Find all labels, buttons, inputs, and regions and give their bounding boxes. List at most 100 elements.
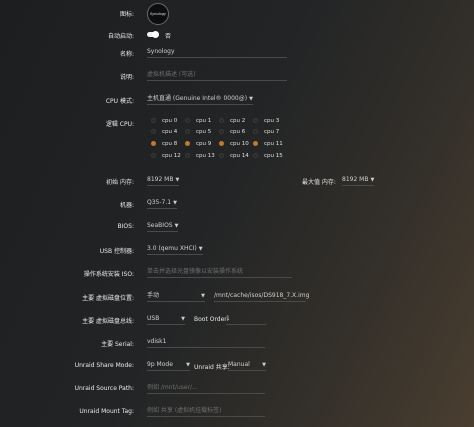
unraid-share-value: Manual: [228, 361, 250, 368]
unraid-share-label: Unraid 共享:: [194, 364, 230, 371]
memory-label: 初始 内存:: [106, 179, 134, 186]
vdisk-bus-select[interactable]: USB ▼: [147, 314, 185, 325]
cpu-label: cpu 10: [230, 141, 249, 147]
cpu-checkbox-0[interactable]: cpu 0: [151, 118, 177, 124]
share-mode-select[interactable]: 9p Mode ▼: [147, 360, 190, 371]
cpu-label: cpu 11: [264, 141, 283, 147]
cpu-label: cpu 7: [264, 129, 280, 135]
cpu-toggle-dot: [253, 129, 258, 134]
cpu-checkbox-10[interactable]: cpu 10: [219, 141, 249, 147]
cpu-checkbox-7[interactable]: cpu 7: [253, 129, 279, 135]
cpu-checkbox-2[interactable]: cpu 2: [219, 118, 245, 124]
usb-label: USB 控制器:: [99, 248, 134, 255]
vdisk-bus-value: USB: [147, 315, 160, 322]
memory-select[interactable]: 8192 MB ▼: [147, 175, 180, 186]
usb-value: 3.0 (qemu XHCI): [147, 245, 197, 252]
share-mode-value: 9p Mode: [147, 361, 173, 368]
mount-tag-input[interactable]: 例如 共享 (虚拟机挂载标签): [147, 406, 265, 417]
vdisk-location-label: 主要 虚拟磁盘位置:: [82, 295, 134, 302]
cpu-checkbox-6[interactable]: cpu 6: [219, 129, 245, 135]
chevron-down-icon: ▼: [262, 362, 266, 368]
cpu-checkbox-11[interactable]: cpu 11: [253, 141, 283, 147]
cpu-checkbox-9[interactable]: cpu 9: [185, 141, 211, 147]
cpu-toggle-dot: [151, 141, 156, 146]
cpu-toggle-dot: [185, 141, 190, 146]
vdisk-mode-value: 手动: [147, 292, 160, 299]
cpu-label: cpu 1: [196, 118, 212, 124]
chevron-down-icon: ▼: [186, 362, 190, 368]
mount-tag-label: Unraid Mount Tag:: [79, 408, 134, 415]
cpu-toggle-dot: [185, 129, 190, 134]
vm-logo-icon[interactable]: Synology: [147, 3, 169, 25]
cpu-toggle-dot: [219, 118, 224, 123]
max-memory-value: 8192 MB: [342, 176, 369, 183]
unraid-share-select[interactable]: Manual ▼: [228, 360, 266, 371]
icon-label: 图标:: [119, 11, 134, 18]
cpu-label: cpu 0: [162, 118, 178, 124]
chevron-down-icon: ▼: [174, 223, 179, 229]
cpu-mode-select[interactable]: 主机直通 (Genuine Intel® 0000@) ▼: [147, 94, 253, 105]
cpu-checkbox-5[interactable]: cpu 5: [185, 129, 211, 135]
cpu-label: cpu 12: [162, 153, 181, 159]
cpu-checkbox-12[interactable]: cpu 12: [151, 153, 181, 159]
vdisk-path-input[interactable]: /mnt/cache/isos/DS918_7.X.img: [214, 291, 309, 302]
bios-select[interactable]: SeaBIOS ▼: [147, 221, 179, 232]
vdisk-mode-select[interactable]: 手动 ▼: [147, 291, 205, 302]
cpu-label: cpu 4: [162, 129, 178, 135]
description-input[interactable]: 虚拟机描述 (可选): [147, 70, 287, 81]
cpu-label: cpu 6: [230, 129, 246, 135]
cpu-label: cpu 2: [230, 118, 246, 124]
cpu-label: cpu 3: [264, 118, 280, 124]
cpu-toggle-dot: [151, 129, 156, 134]
cpu-mode-label: CPU 模式:: [105, 98, 134, 105]
cpu-checkbox-13[interactable]: cpu 13: [185, 153, 215, 159]
description-label: 说明:: [119, 74, 134, 81]
max-memory-select[interactable]: 8192 MB ▼: [342, 175, 375, 186]
vdisk-bus-label: 主要 虚拟磁盘总线:: [82, 318, 134, 325]
cpu-toggle-dot: [151, 118, 156, 123]
cpu-checkbox-4[interactable]: cpu 4: [151, 129, 177, 135]
machine-select[interactable]: Q35-7.1 ▼: [147, 198, 177, 209]
serial-input[interactable]: vdisk1: [147, 337, 265, 348]
serial-label: 主要 Serial:: [101, 341, 134, 348]
cpu-mode-value: 主机直通 (Genuine Intel® 0000@): [147, 95, 248, 102]
cpu-checkbox-8[interactable]: cpu 8: [151, 141, 177, 147]
machine-value: Q35-7.1: [147, 199, 172, 206]
cpu-toggle-dot: [219, 129, 224, 134]
cpu-checkbox-15[interactable]: cpu 15: [253, 153, 283, 159]
os-iso-label: 操作系统安装 ISO:: [83, 271, 134, 278]
source-path-input[interactable]: 例如 /mnt/user/...: [147, 383, 265, 394]
cpu-toggle-dot: [219, 141, 224, 146]
cpu-toggle-dot: [253, 153, 258, 158]
logical-cpu-label: 逻辑 CPU:: [105, 121, 134, 128]
cpu-label: cpu 14: [230, 153, 249, 159]
usb-select[interactable]: 3.0 (qemu XHCI) ▼: [147, 244, 203, 255]
chevron-down-icon: ▼: [249, 96, 253, 102]
cpu-toggle-dot: [253, 118, 258, 123]
memory-value: 8192 MB: [147, 176, 174, 183]
name-label: 名称:: [119, 51, 134, 58]
machine-label: 机器:: [119, 202, 134, 209]
cpu-checkbox-3[interactable]: cpu 3: [253, 118, 279, 124]
cpu-toggle-dot: [253, 141, 258, 146]
autostart-toggle[interactable]: [147, 31, 159, 38]
autostart-value: 否: [165, 33, 172, 40]
chevron-down-icon: ▼: [198, 246, 203, 252]
cpu-checkbox-1[interactable]: cpu 1: [185, 118, 211, 124]
name-input[interactable]: Synology: [147, 47, 287, 58]
boot-order-label: Boot Order:: [194, 316, 229, 323]
chevron-down-icon: ▼: [181, 316, 185, 322]
boot-order-input[interactable]: 1: [226, 314, 266, 325]
chevron-down-icon: ▼: [173, 200, 177, 206]
cpu-label: cpu 15: [264, 153, 283, 159]
logo-text: Synology: [149, 12, 167, 16]
cpu-toggle-dot: [219, 153, 224, 158]
autostart-label: 自动启动:: [107, 33, 134, 40]
cpu-checkbox-14[interactable]: cpu 14: [219, 153, 249, 159]
cpu-toggle-dot: [185, 118, 190, 123]
os-iso-input[interactable]: 单击并选择光盘镜像以安装操作系统: [147, 267, 292, 278]
cpu-label: cpu 9: [196, 141, 212, 147]
bios-label: BIOS:: [117, 223, 134, 230]
cpu-toggle-dot: [151, 153, 156, 158]
share-mode-label: Unraid Share Mode:: [74, 362, 134, 369]
